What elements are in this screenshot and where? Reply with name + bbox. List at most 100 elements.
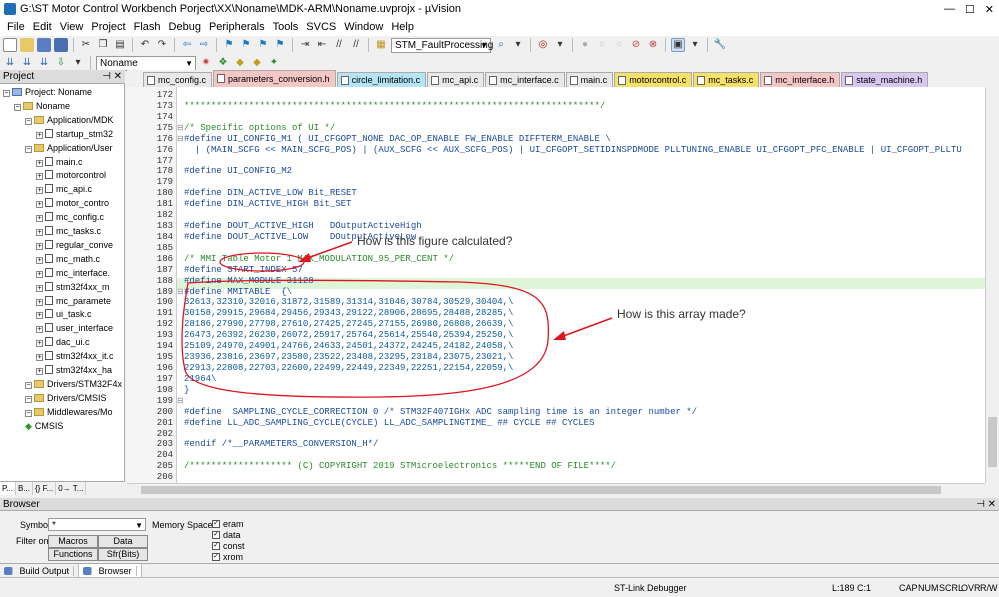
expand-icon[interactable]: + — [36, 229, 43, 236]
breakpoint-disable-icon[interactable]: ○ — [595, 38, 609, 52]
browser-pin-icon[interactable]: ⊣ — [976, 498, 985, 511]
tree-item[interactable]: ◆ CMSIS — [25, 420, 63, 433]
download-icon[interactable]: ⇩ — [54, 56, 68, 70]
expand-icon[interactable]: + — [36, 368, 43, 375]
menu-debug[interactable]: Debug — [165, 18, 205, 36]
expand-icon[interactable]: + — [36, 354, 43, 362]
tree-item[interactable]: − Middlewares/Mo — [25, 406, 113, 419]
tree-item[interactable]: − Application/User — [25, 142, 113, 155]
expand-icon[interactable]: − — [25, 117, 32, 125]
kill-all-icon[interactable]: ⊗ — [646, 38, 660, 52]
bookmark-prev-icon[interactable]: ⚑ — [239, 38, 253, 52]
select-pack-icon[interactable]: ◆ — [250, 56, 264, 70]
vscroll-thumb[interactable] — [988, 417, 997, 467]
tree-item[interactable]: + main.c — [36, 156, 83, 169]
cut-icon[interactable]: ✂ — [79, 38, 93, 52]
tree-item[interactable]: + stm32f4xx_ha — [36, 364, 112, 377]
menu-view[interactable]: View — [56, 18, 88, 36]
editor-tab[interactable]: main.c — [565, 72, 614, 87]
expand-icon[interactable]: + — [36, 173, 43, 181]
incremental-find-icon[interactable]: ▾ — [511, 38, 525, 52]
redo-icon[interactable]: ↷ — [155, 38, 169, 52]
expand-icon[interactable]: − — [25, 381, 32, 389]
breakpoint-kill-icon[interactable]: ⊘ — [629, 38, 643, 52]
editor-tab[interactable]: state_machine.h — [841, 72, 929, 87]
menu-flash[interactable]: Flash — [130, 18, 165, 36]
expand-icon[interactable]: + — [36, 284, 43, 292]
target-options-icon[interactable]: ✷ — [199, 56, 213, 70]
menu-svcs[interactable]: SVCS — [302, 18, 340, 36]
expand-icon[interactable]: + — [36, 187, 43, 195]
bookmark-clear-icon[interactable]: ⚑ — [273, 38, 287, 52]
rebuild-icon[interactable]: ⇊ — [37, 56, 51, 70]
const-checkbox[interactable]: ✓ — [212, 542, 220, 550]
tab-browser[interactable]: Browser — [79, 564, 142, 577]
save-icon[interactable] — [37, 38, 51, 52]
expand-icon[interactable]: + — [36, 159, 43, 167]
fold-marker-icon[interactable]: ⊟ — [177, 287, 184, 298]
copy-icon[interactable]: ❐ — [96, 38, 110, 52]
download-dropdown-icon[interactable]: ▾ — [71, 56, 85, 70]
translate-icon[interactable]: ⇊ — [3, 56, 17, 70]
run-environment-icon[interactable]: ✦ — [267, 56, 281, 70]
tree-item[interactable]: + stm32f4xx_m — [36, 281, 110, 294]
expand-icon[interactable]: − — [25, 145, 32, 153]
expand-icon[interactable]: + — [36, 270, 43, 278]
tree-item[interactable]: + mc_config.c — [36, 211, 104, 224]
fold-marker-icon[interactable]: ⊟ — [177, 134, 184, 145]
menu-peripherals[interactable]: Peripherals — [205, 18, 269, 36]
tree-item[interactable]: + startup_stm32 — [36, 128, 113, 141]
debug-session-icon[interactable]: ◎ — [536, 38, 550, 52]
editor-vertical-scrollbar[interactable] — [985, 87, 999, 483]
editor-tab[interactable]: parameters_conversion.h — [213, 70, 336, 87]
tree-item[interactable]: + mc_interface. — [36, 267, 110, 280]
tree-item[interactable]: − Application/MDK — [25, 114, 114, 127]
find-combo[interactable]: STM_FaultProcessing ▼ — [391, 37, 493, 53]
expand-icon[interactable]: − — [25, 395, 32, 403]
bookmark-icon[interactable]: ⚑ — [222, 38, 236, 52]
manage-components-icon[interactable]: ◆ — [233, 56, 247, 70]
nav-forward-icon[interactable]: ⇨ — [197, 38, 211, 52]
expand-icon[interactable]: − — [3, 90, 10, 97]
window-layout-icon[interactable]: ▣ — [671, 38, 685, 52]
target-select[interactable]: Noname ▼ — [96, 55, 196, 71]
tree-item[interactable]: + mc_math.c — [36, 253, 100, 266]
tab-build-output[interactable]: Build Output — [0, 564, 80, 577]
hscroll-thumb[interactable] — [141, 486, 941, 494]
menu-edit[interactable]: Edit — [29, 18, 56, 36]
uncomment-icon[interactable]: // — [349, 38, 363, 52]
tree-item[interactable]: + dac_ui.c — [36, 336, 90, 349]
tree-item[interactable]: + regular_conve — [36, 239, 113, 252]
expand-icon[interactable]: + — [36, 312, 43, 320]
tab-project[interactable]: P... — [0, 482, 16, 495]
tree-item[interactable]: − Drivers/CMSIS — [25, 392, 107, 405]
data-button[interactable]: Data — [98, 535, 148, 548]
tree-item[interactable]: + mc_paramete — [36, 295, 111, 308]
editor-tab[interactable]: mc_tasks.c — [693, 72, 760, 87]
file-extensions-icon[interactable]: ❖ — [216, 56, 230, 70]
fold-marker-icon[interactable]: ⊟ — [177, 123, 184, 134]
breakpoint-disable-all-icon[interactable]: ○ — [612, 38, 626, 52]
tree-item[interactable]: + stm32f4xx_it.c — [36, 350, 114, 363]
editor-tab[interactable]: mc_api.c — [427, 72, 485, 87]
undo-icon[interactable]: ↶ — [138, 38, 152, 52]
pin-icon[interactable]: ⊣ — [102, 70, 111, 84]
new-file-icon[interactable] — [3, 38, 17, 52]
find-icon[interactable]: ⌕ — [494, 38, 508, 52]
editor-tab[interactable]: mc_interface.h — [760, 72, 841, 87]
configure-icon[interactable]: 🔧 — [713, 38, 727, 52]
symbol-input[interactable]: * ▼ — [48, 518, 146, 531]
tree-item[interactable]: + user_interface — [36, 322, 113, 335]
build-icon[interactable]: ⇊ — [20, 56, 34, 70]
expand-icon[interactable]: + — [36, 242, 43, 250]
menu-file[interactable]: File — [3, 18, 29, 36]
tree-item[interactable]: − Drivers/STM32F4x — [25, 378, 122, 391]
expand-icon[interactable]: + — [36, 326, 43, 334]
save-all-icon[interactable] — [54, 38, 68, 52]
indent-icon[interactable]: ⇥ — [298, 38, 312, 52]
menu-help[interactable]: Help — [387, 18, 418, 36]
tree-item[interactable]: + motor_contro — [36, 197, 109, 210]
layout-dropdown-icon[interactable]: ▾ — [688, 38, 702, 52]
xrom-checkbox[interactable]: ✓ — [212, 553, 220, 561]
nav-back-icon[interactable]: ⇦ — [180, 38, 194, 52]
